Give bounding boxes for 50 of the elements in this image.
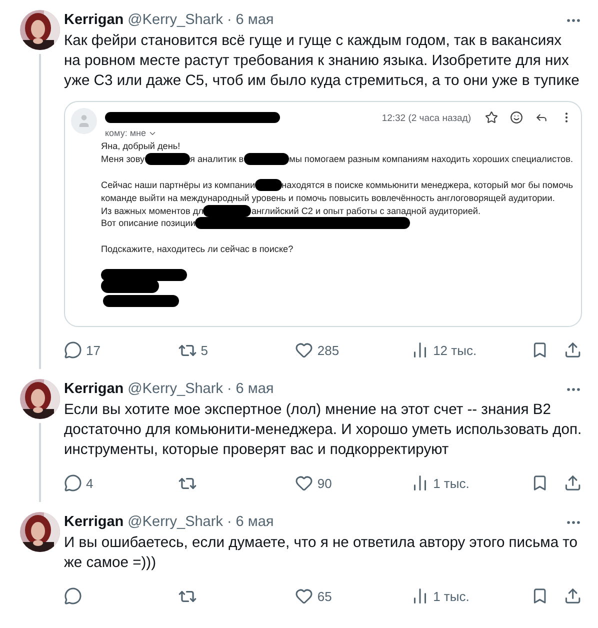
author-handle[interactable]: @Kerry_Shark <box>128 381 223 397</box>
share-icon[interactable] <box>564 341 582 359</box>
reply-count: 4 <box>86 476 94 490</box>
reply-count: 17 <box>86 342 100 358</box>
email-text: Подскажите, находитесь ли сейчас в поиске? <box>101 244 294 254</box>
like-count: 65 <box>317 588 332 604</box>
email-recipient: кому: мне <box>105 128 146 138</box>
email-text: я аналитик в <box>190 154 244 164</box>
post-date[interactable]: · 6 мая <box>226 12 274 28</box>
reply-icon[interactable] <box>64 587 82 605</box>
email-text: английский C2 и опыт работы с западной аудиторией. <box>251 206 480 216</box>
post-date[interactable]: · 6 мая <box>226 514 274 530</box>
like-icon[interactable] <box>295 474 314 492</box>
share-icon[interactable] <box>564 587 582 605</box>
user-icon <box>71 108 97 134</box>
author-name[interactable]: Kerrigan <box>64 12 124 28</box>
smile-icon[interactable] <box>510 111 523 124</box>
email-time: 12:32 (2 часа назад) <box>382 113 471 124</box>
author-handle[interactable]: @Kerry_Shark <box>128 514 223 530</box>
views-count: 1 тыс. <box>433 588 470 604</box>
repost-count: 5 <box>200 342 208 358</box>
author-name[interactable]: Kerrigan <box>64 381 124 397</box>
like-count: 90 <box>317 476 332 490</box>
email-text: Из важных моментов дл <box>101 206 204 216</box>
redaction-mark <box>255 178 282 191</box>
reply-icon[interactable] <box>64 341 82 359</box>
post-text: Если вы хотите мое экспертное (лол) мнение на этот счет -- знания B2 достаточно для комьюнити-менеджера. И хорошо уметь использовать доп. инструменты, которые проверят вас и подкорректируют <box>64 401 582 460</box>
like-icon[interactable] <box>295 587 314 605</box>
post-date[interactable]: · 6 мая <box>226 381 274 397</box>
email-text: Меня зову <box>101 154 145 164</box>
author-handle[interactable]: @Kerry_Shark <box>128 12 223 28</box>
reply-icon[interactable] <box>535 111 548 124</box>
email-text: команде выйти на международный уровень и помочь повысить вовлечённость англоговорящей аудитории. <box>101 192 555 203</box>
star-icon[interactable] <box>485 111 498 124</box>
email-text: Вот описание позиции <box>101 218 196 228</box>
share-icon[interactable] <box>564 474 582 492</box>
redaction-mark <box>244 153 290 166</box>
author-name[interactable]: Kerrigan <box>64 514 124 530</box>
email-text: мы помогаем разным компаниям находить хороших специалистов. <box>289 154 573 164</box>
email-text: Сейчас наши партнёры из компании <box>101 180 256 190</box>
email-text: Яна, добрый день! <box>101 141 180 152</box>
reply-icon[interactable] <box>64 474 82 492</box>
post-text: Как фейри становится всё гуще и гуще с каждым годом, так в вакансиях на ровном месте растут требования к знанию языка. Изобретите для них уже C3 или даже C5, чтоб им было куда стремиться, а то они уже в тупике <box>64 32 580 91</box>
views-count: 1 тыс. <box>433 476 470 490</box>
like-icon[interactable] <box>295 341 314 359</box>
like-count: 285 <box>317 342 340 358</box>
email-text: находятся в поиске коммьюнити менеджера, который мог бы помочь <box>282 180 573 190</box>
post-text: И вы ошибаетесь, если думаете, что я не ответила автору этого письма то же самое =))) <box>64 534 579 573</box>
redaction-mark <box>144 153 190 166</box>
views-count: 12 тыс. <box>433 342 477 358</box>
